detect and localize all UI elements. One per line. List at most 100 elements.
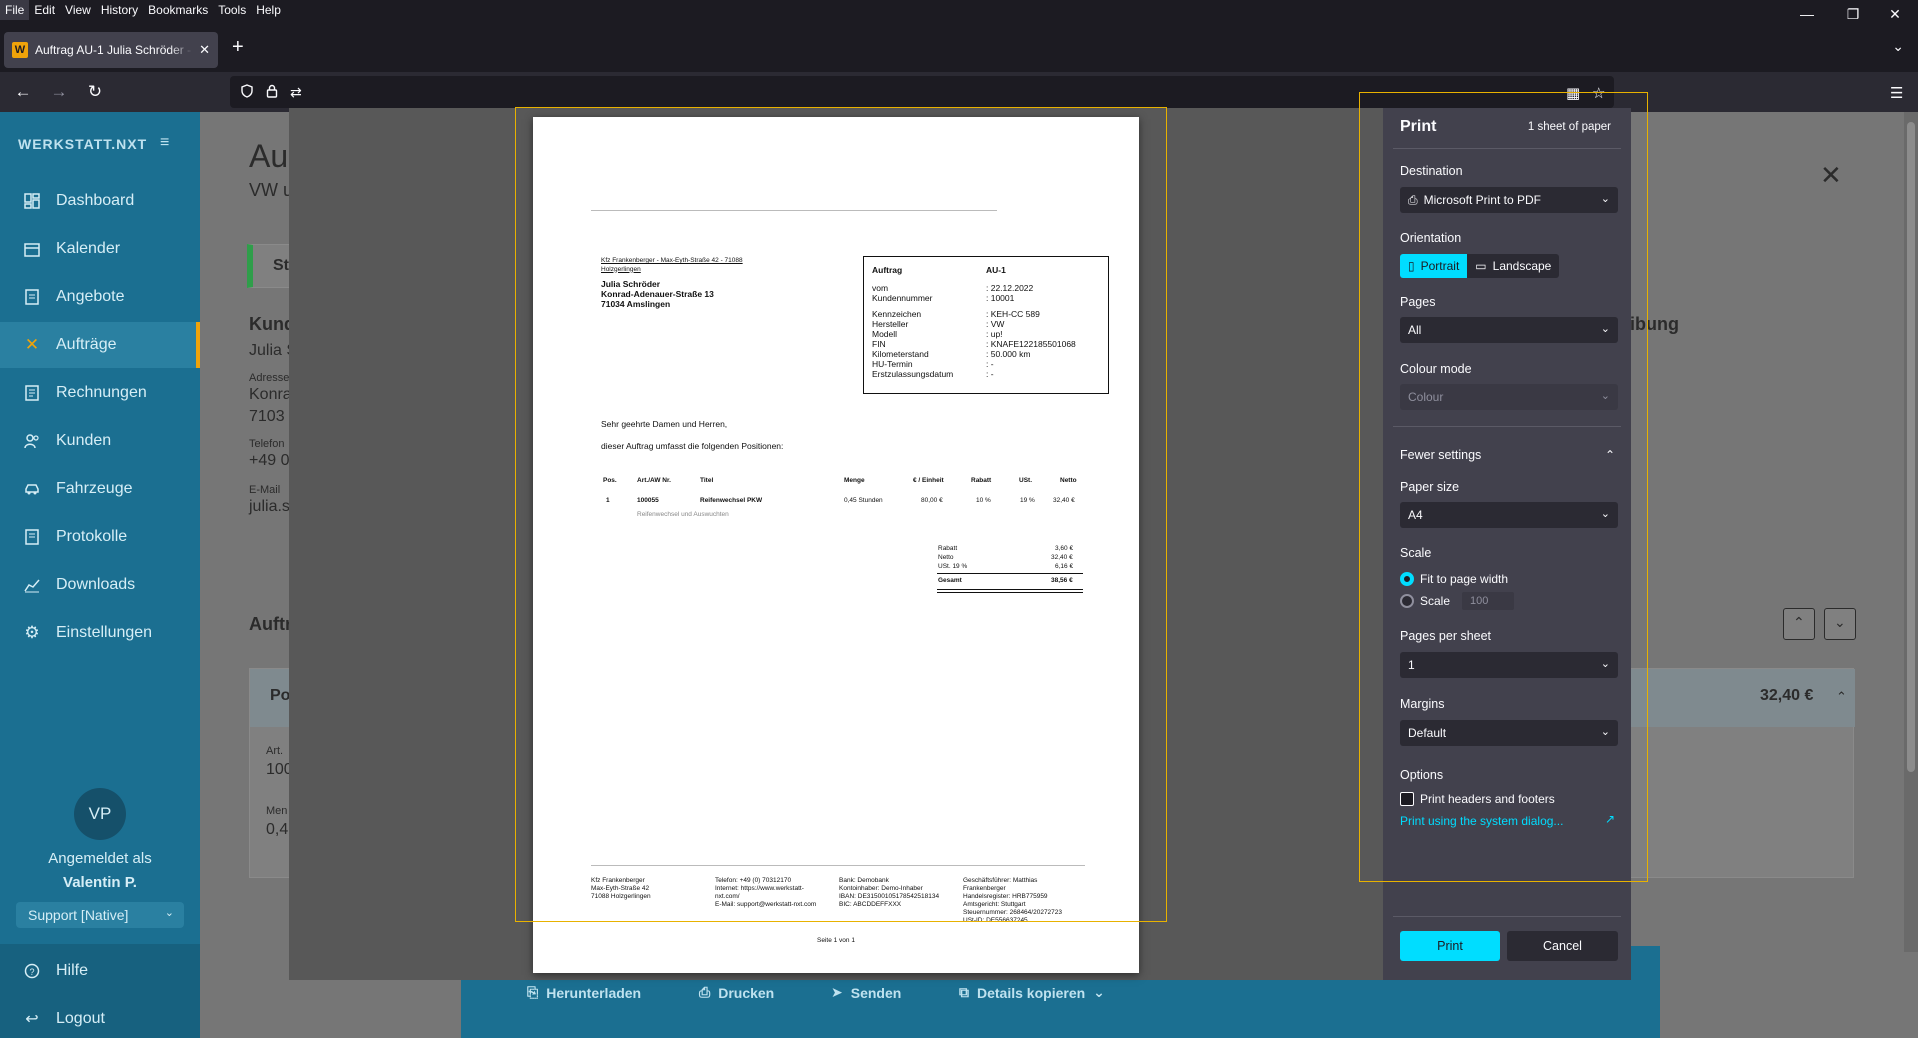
user-name: Valentin P.	[63, 874, 137, 891]
margins-select[interactable]: Default ⌄	[1400, 720, 1618, 746]
menu-bookmarks[interactable]: Bookmarks	[143, 0, 213, 20]
print-title: Print	[1400, 118, 1437, 135]
sidebar-item-kunden[interactable]: Kunden	[0, 418, 200, 464]
headers-footers-option[interactable]: Print headers and footers	[1400, 792, 1555, 806]
download-button[interactable]: ⎘ Herunterladen	[527, 984, 641, 1001]
pages-per-sheet-value: 1	[1408, 658, 1415, 672]
cancel-button[interactable]: Cancel	[1507, 931, 1618, 961]
order-number: AU-1	[986, 265, 1006, 275]
print-action-button[interactable]: ⎙ Drucken	[699, 984, 774, 1001]
shield-icon[interactable]	[240, 83, 254, 101]
send-button[interactable]: ➤ Senden	[831, 984, 901, 1001]
info-key: FIN	[872, 339, 886, 349]
pages-per-sheet-select[interactable]: 1 ⌄	[1400, 652, 1618, 678]
sidebar-item-einstellungen[interactable]: ⚙ Einstellungen	[0, 610, 200, 656]
menu-view[interactable]: View	[60, 0, 96, 20]
move-down-button[interactable]: ⌄	[1824, 608, 1856, 640]
bookmark-star-icon[interactable]: ☆	[1592, 84, 1605, 102]
destination-label: Destination	[1400, 164, 1463, 178]
sidebar-item-downloads[interactable]: Downloads	[0, 562, 200, 608]
collapse-menu-icon[interactable]: ≡	[160, 134, 169, 152]
move-up-button[interactable]: ⌃	[1783, 608, 1815, 640]
chart-icon	[22, 575, 42, 595]
sidebar-item-fahrzeuge[interactable]: Fahrzeuge	[0, 466, 200, 512]
menu-help[interactable]: Help	[251, 0, 286, 20]
headers-footers-checkbox[interactable]	[1400, 792, 1414, 806]
position-total: 32,40 €	[1760, 687, 1814, 704]
new-tab-icon[interactable]: +	[232, 36, 244, 59]
sidebar-item-label: Kalender	[56, 240, 121, 257]
radio-unselected[interactable]	[1400, 594, 1414, 608]
chevron-down-icon: ⌄	[164, 907, 174, 919]
menu-bar: File Edit View History Bookmarks Tools H…	[0, 0, 1918, 20]
menu-file[interactable]: File	[0, 0, 30, 20]
hamburger-menu-icon[interactable]: ☰	[1890, 84, 1903, 102]
menu-edit[interactable]: Edit	[29, 0, 60, 20]
fit-to-width-radio[interactable]: Fit to page width	[1400, 572, 1508, 586]
sidebar-item-protokolle[interactable]: Protokolle	[0, 514, 200, 560]
sidebar-item-rechnungen[interactable]: Rechnungen	[0, 370, 200, 416]
info-value: : -	[986, 359, 994, 369]
destination-select[interactable]: ⎙ Microsoft Print to PDF ⌄	[1400, 187, 1618, 213]
portrait-button[interactable]: ▯ Portrait	[1400, 254, 1468, 278]
recipient-city: 71034 Amslingen	[601, 299, 671, 309]
table-cell: 10 %	[976, 497, 991, 504]
dashboard-icon	[22, 191, 42, 211]
logout-icon: ↩	[25, 1011, 39, 1028]
scale-input[interactable]: 100	[1462, 592, 1515, 610]
margins-label: Margins	[1400, 697, 1445, 711]
qr-code-icon[interactable]: ▦	[1566, 84, 1580, 102]
sidebar-item-dashboard[interactable]: Dashboard	[0, 178, 200, 224]
sidebar-item-label: Dashboard	[56, 192, 135, 209]
reload-icon[interactable]: ↻	[82, 80, 108, 104]
forward-icon[interactable]: →	[46, 80, 72, 104]
table-cell: 100055	[637, 497, 659, 504]
sidebar-item-logout[interactable]: ↩ Logout	[0, 996, 200, 1038]
copy-details-button[interactable]: ⧉ Details kopieren ⌄	[959, 984, 1105, 1001]
tools-icon: ✕	[24, 335, 40, 354]
pages-select[interactable]: All ⌄	[1400, 317, 1618, 343]
total-key: Rabatt	[938, 545, 958, 552]
tab-list-chevron-icon[interactable]: ⌄	[1892, 38, 1904, 55]
table-cell: 0,45 Stunden	[844, 497, 883, 504]
avatar[interactable]: VP	[74, 788, 126, 840]
sidebar-item-kalender[interactable]: Kalender	[0, 226, 200, 272]
browser-tab[interactable]: W Auftrag AU-1 Julia Schröder - Sc ✕	[4, 32, 218, 68]
margins-value: Default	[1408, 726, 1447, 740]
chevron-up-icon[interactable]: ⌃	[1836, 689, 1847, 705]
radio-selected[interactable]	[1400, 572, 1414, 586]
chevron-down-icon: ⌄	[1600, 726, 1610, 738]
sidebar-item-label: Protokolle	[56, 528, 128, 545]
scrollbar-thumb[interactable]	[1907, 122, 1915, 772]
back-icon[interactable]: ←	[10, 80, 36, 104]
info-value: : 22.12.2022	[986, 283, 1034, 293]
menu-history[interactable]: History	[96, 0, 143, 20]
minimize-icon[interactable]: —	[1784, 0, 1830, 28]
sidebar-item-hilfe[interactable]: ? Hilfe	[0, 948, 200, 994]
sidebar-item-angebote[interactable]: Angebote	[0, 274, 200, 320]
description-heading: ibung	[1630, 314, 1679, 334]
restore-icon[interactable]: ❐	[1830, 0, 1876, 28]
page-scrollbar[interactable]	[1904, 112, 1918, 952]
close-icon[interactable]: ✕	[1820, 160, 1842, 191]
divider	[1393, 916, 1621, 917]
permissions-icon[interactable]: ⇄	[290, 84, 302, 101]
landscape-button[interactable]: ▭ Landscape	[1467, 254, 1560, 278]
lock-icon[interactable]	[266, 84, 278, 101]
custom-scale-radio[interactable]: Scale 100	[1400, 592, 1515, 610]
print-button[interactable]: Print	[1400, 931, 1500, 961]
print-settings-panel: Print 1 sheet of paper Destination ⎙ Mic…	[1383, 108, 1631, 980]
url-bar[interactable]: ⇄	[230, 76, 1614, 108]
colour-mode-select[interactable]: Colour ⌄	[1400, 384, 1618, 410]
fewer-settings-toggle[interactable]: Fewer settings	[1400, 448, 1481, 462]
close-tab-icon[interactable]: ✕	[199, 42, 210, 58]
close-window-icon[interactable]: ✕	[1872, 0, 1918, 28]
menu-tools[interactable]: Tools	[213, 0, 251, 20]
order-info-box: Auftrag AU-1 vom : 22.12.2022 Kundennumm…	[863, 256, 1109, 394]
support-select[interactable]: Support [Native] ⌄	[16, 902, 184, 928]
chevron-up-icon[interactable]: ⌃	[1605, 448, 1615, 462]
table-header: Menge	[844, 477, 865, 484]
system-dialog-link[interactable]: Print using the system dialog...	[1400, 814, 1563, 828]
paper-size-select[interactable]: A4 ⌄	[1400, 502, 1618, 528]
sidebar-item-auftraege[interactable]: ✕ Aufträge	[0, 322, 200, 368]
